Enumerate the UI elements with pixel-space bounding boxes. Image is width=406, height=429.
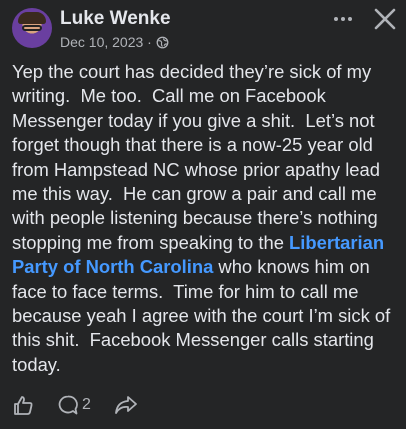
post-actions: 2 (0, 388, 406, 422)
post-date[interactable]: Dec 10, 2023 · (60, 34, 152, 50)
post-meta: Dec 10, 2023 · (60, 34, 169, 50)
comment-count[interactable]: 2 (82, 396, 91, 414)
author-name[interactable]: Luke Wenke (60, 8, 171, 30)
globe-icon (156, 36, 169, 48)
comment-icon[interactable] (57, 394, 79, 416)
avatar-glasses (22, 25, 42, 31)
share-icon[interactable] (114, 394, 138, 416)
avatar-hair (18, 12, 46, 24)
post-text: Yep the court has decided they’re sick o… (12, 60, 402, 377)
more-options-icon[interactable] (331, 12, 355, 26)
like-icon[interactable] (12, 394, 34, 416)
post-text-part1: Yep the court has decided they’re sick o… (12, 61, 386, 253)
close-icon[interactable] (372, 6, 398, 32)
avatar[interactable] (12, 8, 52, 48)
post-header: Luke Wenke Dec 10, 2023 · (0, 0, 406, 56)
